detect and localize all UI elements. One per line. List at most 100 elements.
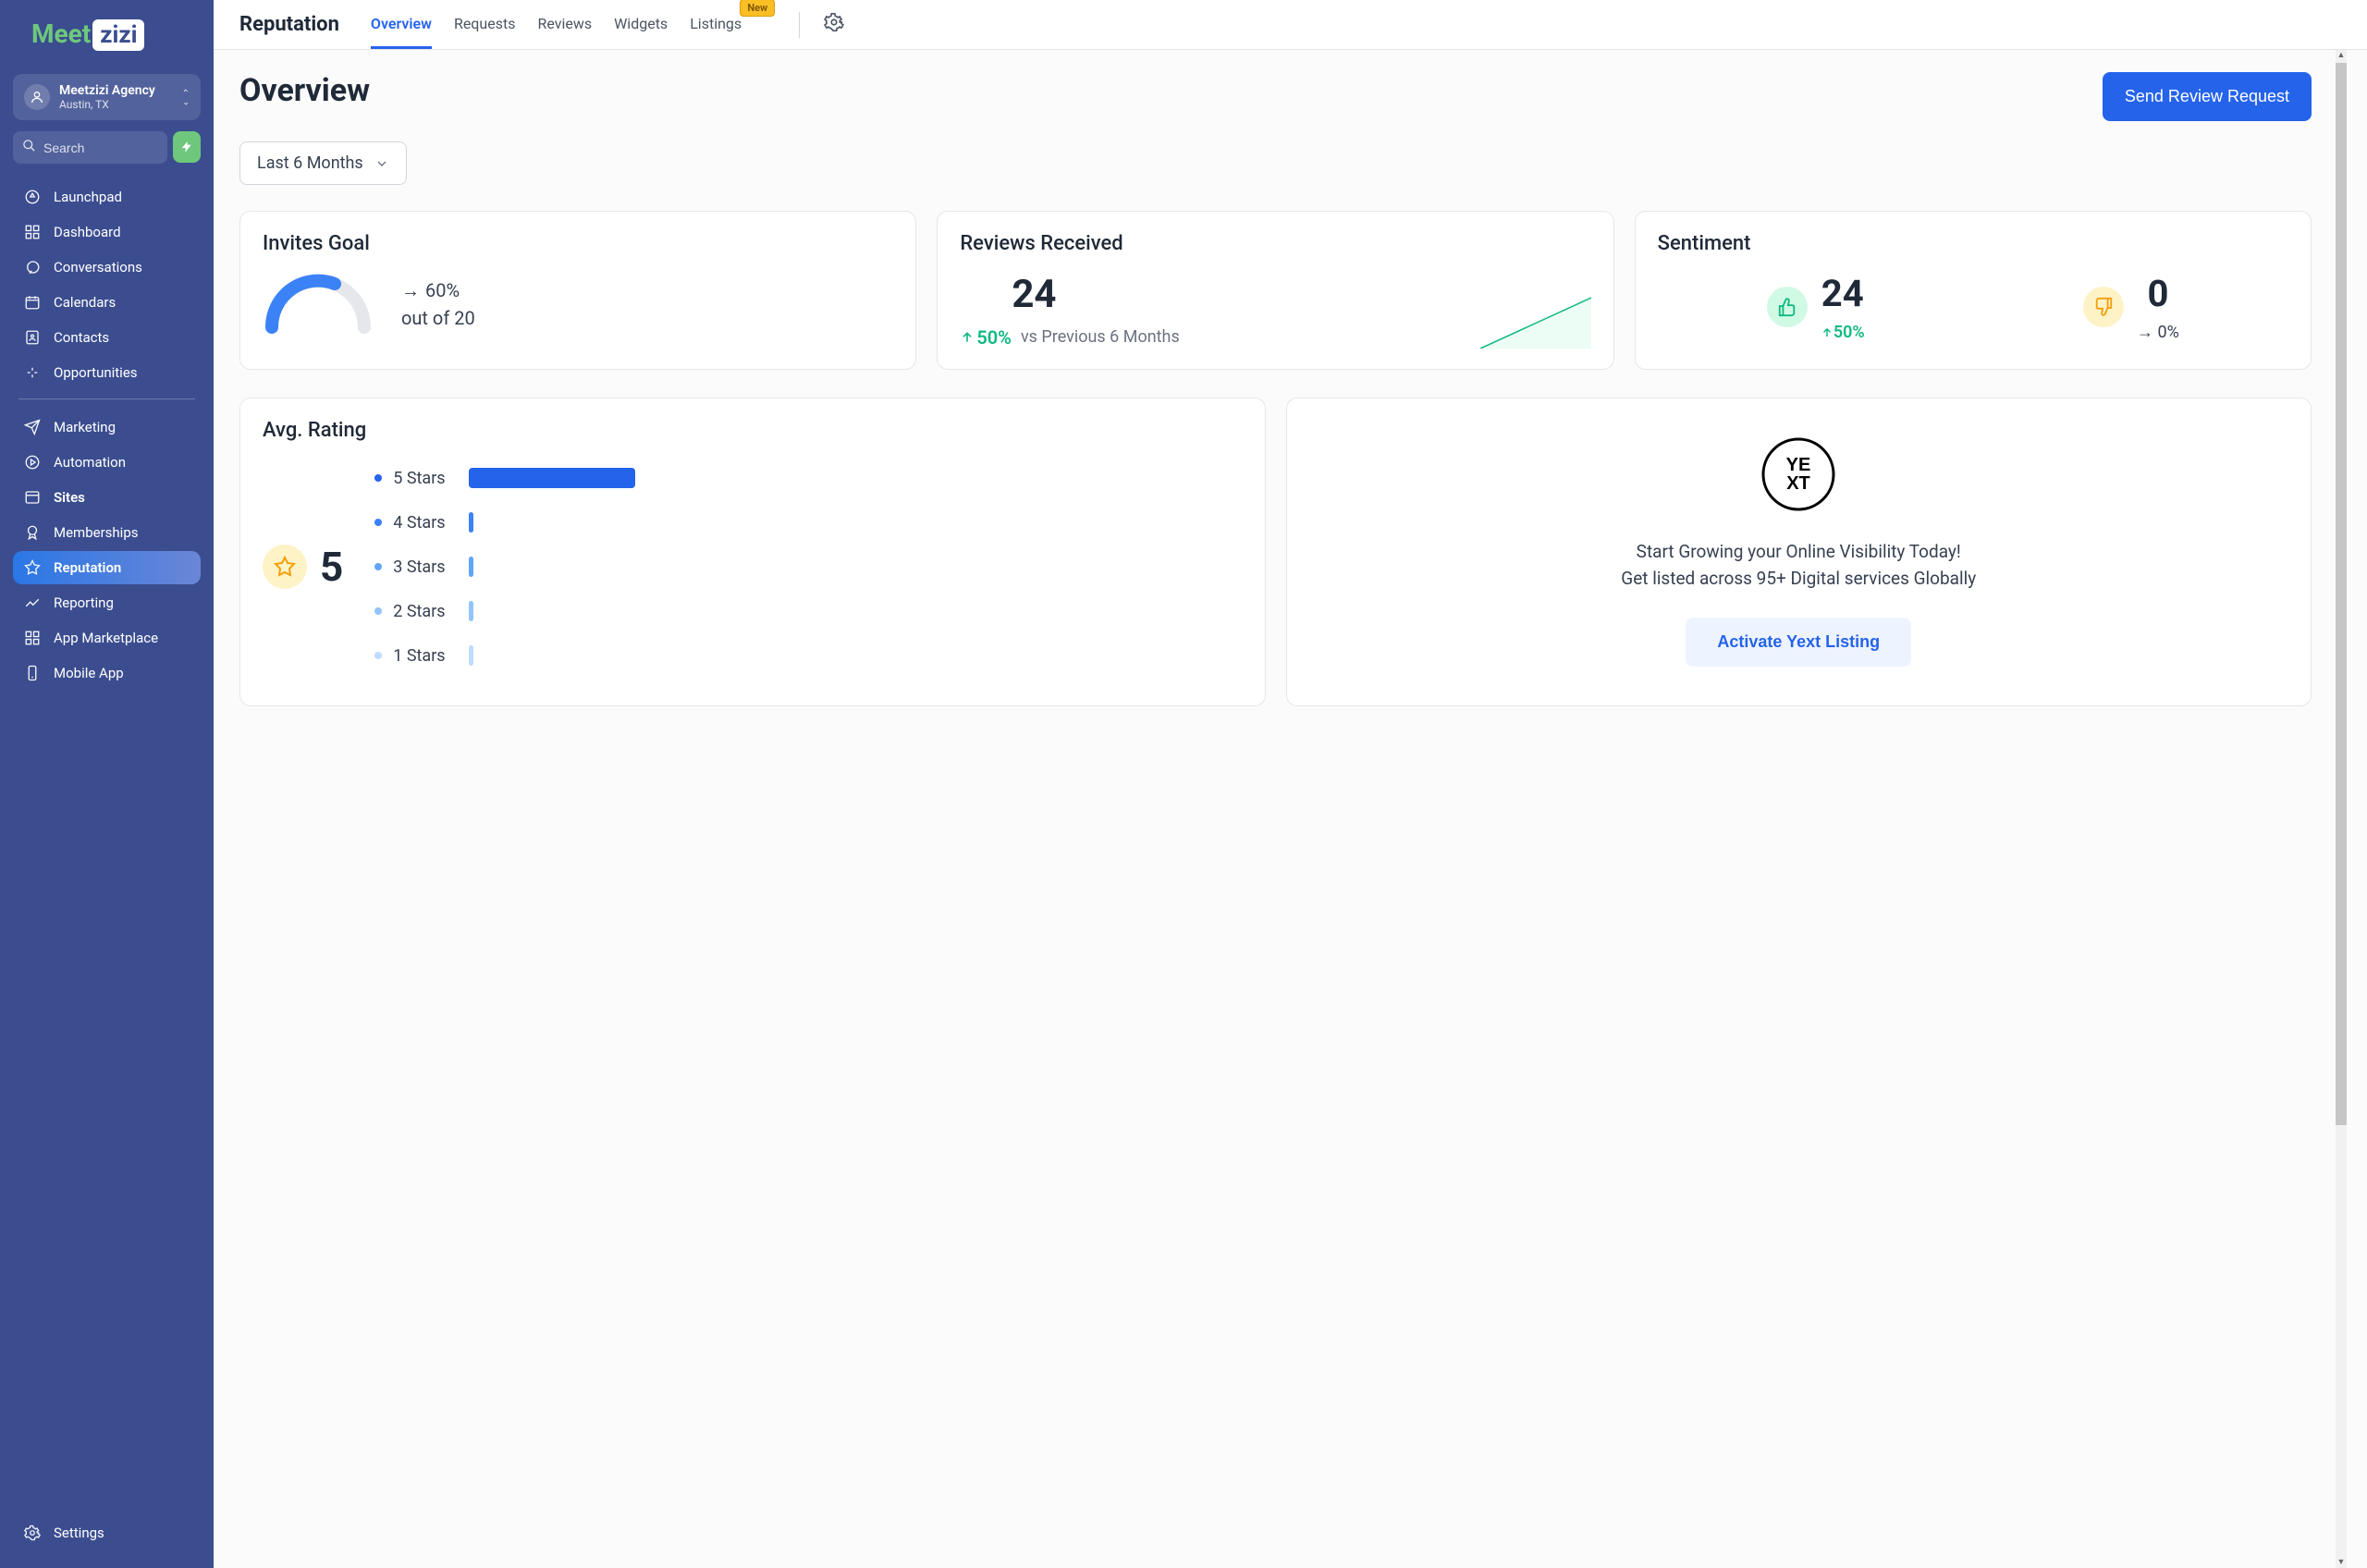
sidebar-item-memberships[interactable]: Memberships	[13, 516, 201, 549]
main: Reputation Overview Requests Reviews Wid…	[214, 0, 2367, 1568]
sentiment-negative: 0 → 0%	[2083, 272, 2179, 342]
opportunities-icon	[22, 364, 43, 381]
nav-divider	[18, 398, 195, 399]
dot-icon	[374, 563, 382, 570]
dot-icon	[374, 652, 382, 659]
sidebar-item-calendars[interactable]: Calendars	[13, 286, 201, 319]
reviews-received-card: Reviews Received 24 50% vs Previous 6 Mo…	[937, 211, 1613, 370]
sidebar-item-marketplace[interactable]: App Marketplace	[13, 621, 201, 655]
sidebar-item-label: Settings	[54, 1525, 104, 1541]
rating-bar-label: 2 Stars	[393, 602, 458, 621]
gear-icon	[22, 1525, 43, 1541]
quick-action-button[interactable]	[173, 131, 201, 163]
sidebar-item-label: Reporting	[54, 594, 114, 611]
sidebar-item-label: Dashboard	[54, 224, 121, 240]
svg-text:YE: YE	[1786, 455, 1811, 475]
agency-icon	[24, 84, 50, 110]
scrollbar-thumb[interactable]	[2336, 63, 2347, 1125]
sidebar-item-label: Sites	[54, 489, 85, 506]
rating-bar-row: 3 Stars	[374, 557, 1242, 577]
arrow-right-icon: →	[2137, 323, 2157, 342]
agency-selector[interactable]: Meetzizi Agency Austin, TX ⌃⌃	[13, 74, 201, 120]
sentiment-card: Sentiment 24 50%	[1635, 211, 2312, 370]
sentiment-pos-delta: 50%	[1821, 323, 1865, 342]
rating-bars: 5 Stars 4 Stars 3 Stars 2 Stars 1 Stars	[374, 468, 1242, 666]
date-range-select[interactable]: Last 6 Months	[239, 141, 407, 185]
tab-reviews[interactable]: Reviews	[537, 1, 592, 49]
tab-widgets[interactable]: Widgets	[614, 1, 668, 49]
topbar-separator	[799, 12, 800, 38]
sidebar-item-label: Contacts	[54, 329, 109, 346]
sidebar-item-conversations[interactable]: Conversations	[13, 251, 201, 284]
sidebar-item-contacts[interactable]: Contacts	[13, 321, 201, 354]
yext-card: YEXT Start Growing your Online Visibilit…	[1286, 398, 2312, 706]
tabs: Overview Requests Reviews Widgets Listin…	[371, 0, 775, 49]
content: Overview Send Review Request Last 6 Mont…	[214, 50, 2367, 1568]
rating-bar-row: 1 Stars	[374, 645, 1242, 666]
sentiment-neg-count: 0	[2147, 272, 2168, 315]
badge-icon	[22, 524, 43, 541]
send-review-request-button[interactable]: Send Review Request	[2103, 72, 2312, 121]
date-range-label: Last 6 Months	[257, 153, 363, 173]
apps-icon	[22, 630, 43, 646]
scroll-down-icon[interactable]: ▼	[2336, 1557, 2347, 1568]
card-title: Avg. Rating	[263, 419, 1243, 442]
rating-value: 5	[320, 543, 343, 591]
dot-icon	[374, 519, 382, 526]
search-icon	[22, 139, 36, 156]
search-input[interactable]	[43, 141, 158, 155]
sidebar-item-automation[interactable]: Automation	[13, 446, 201, 479]
calendar-icon	[22, 294, 43, 311]
sentiment-neg-delta: → 0%	[2137, 323, 2179, 342]
activate-yext-button[interactable]: Activate Yext Listing	[1686, 618, 1911, 667]
brand-part2: zizi	[92, 19, 144, 51]
brand-part1: Meet	[31, 18, 91, 49]
rating-bar-label: 1 Stars	[393, 646, 458, 666]
chevron-down-icon	[374, 156, 389, 171]
chart-icon	[22, 594, 43, 611]
sidebar-item-mobile[interactable]: Mobile App	[13, 656, 201, 690]
tab-requests[interactable]: Requests	[454, 1, 516, 49]
arrow-up-icon	[1821, 326, 1834, 339]
sidebar-item-reputation[interactable]: Reputation	[13, 551, 201, 584]
star-icon	[22, 559, 43, 576]
scroll-up-icon[interactable]: ▲	[2336, 50, 2347, 61]
sparkline-chart	[1480, 293, 1591, 349]
sidebar-item-sites[interactable]: Sites	[13, 481, 201, 514]
sidebar-item-launchpad[interactable]: Launchpad	[13, 180, 201, 214]
chat-icon	[22, 259, 43, 276]
sidebar-item-label: Launchpad	[54, 189, 122, 205]
scrollbar[interactable]: ▲ ▼	[2336, 50, 2347, 1568]
tab-overview[interactable]: Overview	[371, 1, 432, 49]
rating-bar	[469, 468, 635, 488]
rating-bar	[469, 557, 473, 577]
yext-logo: YEXT	[1761, 437, 1835, 511]
sentiment-pos-count: 24	[1821, 272, 1864, 315]
sidebar: Meetzizi Meetzizi Agency Austin, TX ⌃⌃	[0, 0, 214, 1568]
rating-bar	[469, 601, 473, 621]
page-title: Overview	[239, 72, 370, 109]
sidebar-item-reporting[interactable]: Reporting	[13, 586, 201, 619]
card-title: Reviews Received	[960, 232, 1590, 255]
yext-text-line: Start Growing your Online Visibility Tod…	[1346, 539, 2252, 566]
sidebar-item-marketing[interactable]: Marketing	[13, 410, 201, 444]
sidebar-item-opportunities[interactable]: Opportunities	[13, 356, 201, 389]
arrow-up-icon	[960, 330, 975, 345]
send-icon	[22, 419, 43, 435]
settings-button[interactable]	[824, 12, 844, 37]
chevron-updown-icon: ⌃⌃	[182, 91, 190, 104]
sidebar-item-label: Reputation	[54, 559, 121, 576]
rating-bar-label: 5 Stars	[393, 469, 458, 488]
sidebar-item-label: App Marketplace	[54, 630, 158, 646]
sidebar-item-label: Calendars	[54, 294, 116, 311]
reviews-count: 24	[1012, 272, 1466, 317]
arrow-right-icon: →	[401, 279, 420, 301]
search-input-wrap[interactable]	[13, 131, 167, 164]
sidebar-item-settings[interactable]: Settings	[13, 1516, 201, 1550]
sentiment-positive: 24 50%	[1767, 272, 1865, 342]
rating-bar	[469, 512, 473, 533]
agency-name: Meetzizi Agency	[59, 83, 182, 98]
sidebar-item-dashboard[interactable]: Dashboard	[13, 215, 201, 249]
tab-listings[interactable]: ListingsNew	[690, 1, 742, 49]
invites-sub: out of 20	[401, 304, 475, 332]
